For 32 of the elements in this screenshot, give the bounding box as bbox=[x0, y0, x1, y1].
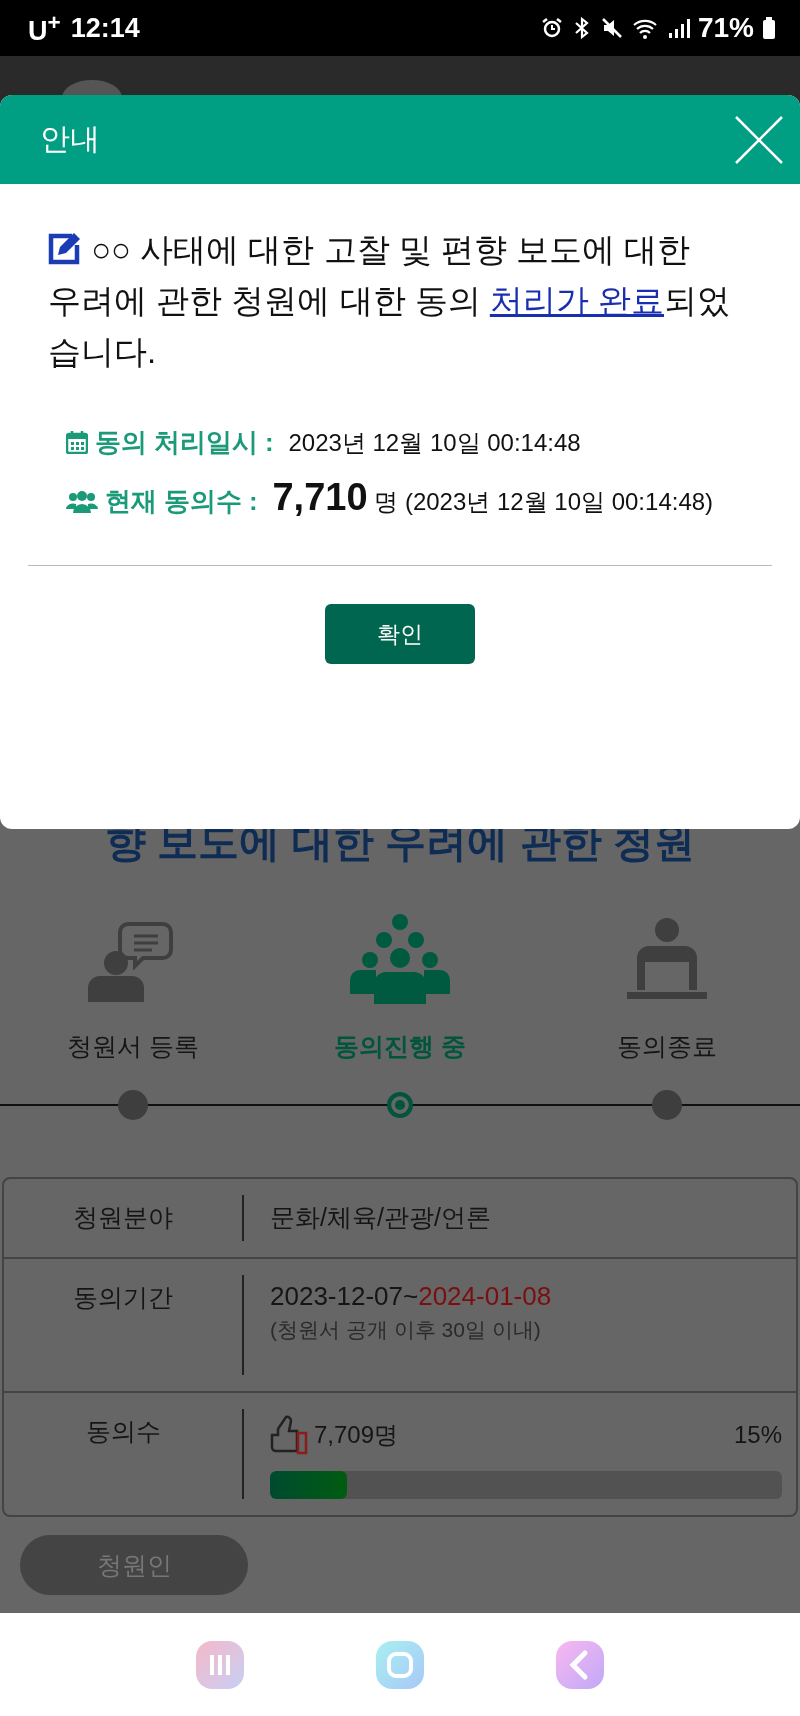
signal-icon bbox=[667, 16, 690, 40]
back-icon[interactable] bbox=[556, 1640, 604, 1689]
info-line: 현재 동의수 : 7,710 명 (2023년 12월 10일 00:14:48) bbox=[66, 480, 720, 519]
close-button[interactable] bbox=[734, 114, 784, 165]
period-note: (청원서 공개 이후 30일 이내) bbox=[270, 1317, 542, 1343]
home-icon[interactable] bbox=[376, 1640, 424, 1689]
step-label: 동의종료 bbox=[616, 1031, 717, 1062]
table-label: 청원분야 bbox=[72, 1202, 174, 1233]
table-label: 동의기간 bbox=[72, 1282, 174, 1313]
battery-percent: 71% bbox=[697, 12, 754, 44]
confirm-button[interactable]: 확인 bbox=[325, 604, 475, 664]
table-cell-text: 문화/체육/관광/언론 bbox=[270, 1202, 492, 1233]
table-label: 동의수 bbox=[84, 1416, 162, 1447]
completion-link[interactable]: 처리가 완료 bbox=[489, 282, 664, 319]
step-label: 청원서 등록 bbox=[67, 1031, 200, 1062]
calendar-icon bbox=[66, 430, 88, 454]
info-line: 동의 처리일시 : 2023년 12월 10일 00:14:48 bbox=[66, 425, 720, 460]
dialog-title: 안내 bbox=[40, 121, 100, 157]
step-label: 동의진행 중 bbox=[334, 1031, 466, 1062]
agree-percent: 15% bbox=[733, 1421, 782, 1449]
notice-message: ○○ 사태에 대한 고찰 및 편향 보도에 대한 우려에 관한 청원에 대한 동의 처리가 완료되었습니다. bbox=[48, 230, 730, 372]
clock-time: 12:14 bbox=[70, 12, 140, 44]
group-icon bbox=[350, 914, 450, 1004]
period-dates: 2023-12-07~2024-01-08 bbox=[270, 1281, 553, 1312]
battery-icon bbox=[762, 16, 776, 40]
edit-icon bbox=[48, 231, 82, 265]
recent-apps-icon[interactable] bbox=[196, 1640, 244, 1689]
mute-icon bbox=[599, 16, 624, 40]
thumbs-up-icon bbox=[270, 1415, 308, 1455]
carrier-label: U$^{+}$ bbox=[28, 9, 61, 47]
users-icon bbox=[66, 491, 98, 513]
agree-count: 7,709명 bbox=[314, 1420, 399, 1450]
